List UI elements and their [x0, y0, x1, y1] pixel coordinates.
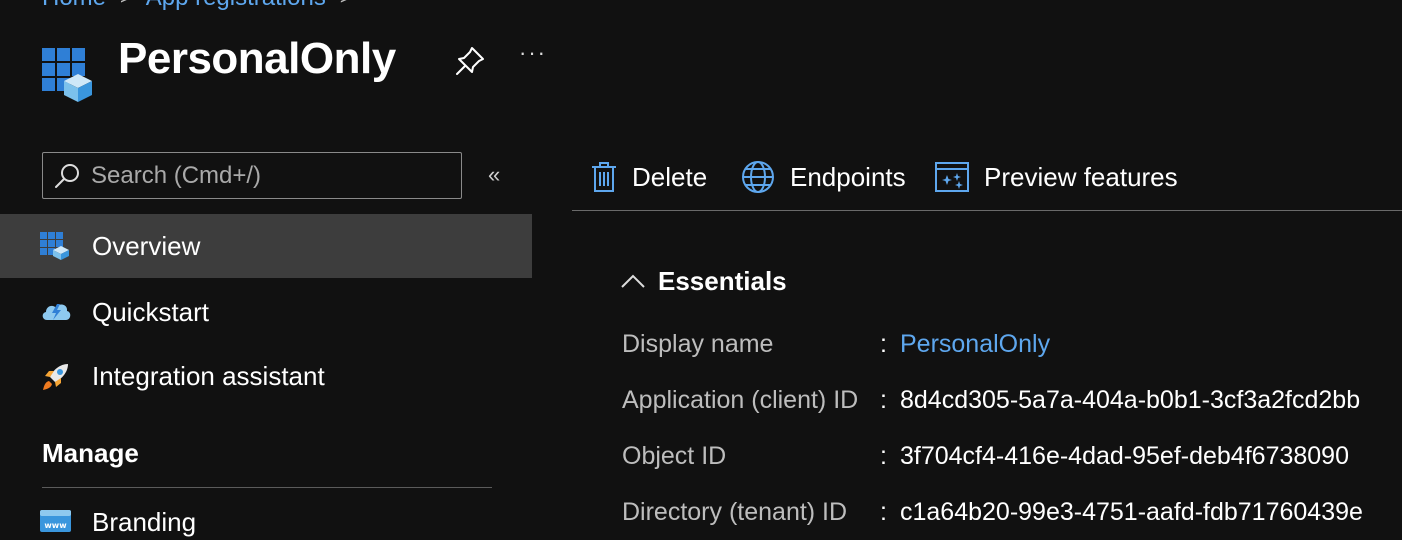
- pin-button[interactable]: [453, 44, 487, 78]
- search-input[interactable]: [91, 161, 451, 190]
- search-box: [42, 152, 462, 199]
- property-label: Directory (tenant) ID: [622, 498, 848, 526]
- section-title-manage: Manage: [42, 438, 139, 468]
- property-row-object-id: Object ID : 3f704cf4-416e-4dad-95ef-deb4…: [622, 442, 1402, 476]
- breadcrumb-home[interactable]: Home: [42, 0, 106, 12]
- chevron-up-icon: [621, 274, 645, 288]
- breadcrumb: Home > App registrations >: [42, 0, 352, 12]
- preview-features-button[interactable]: Preview features: [934, 154, 1178, 200]
- breadcrumb-chevron-icon: >: [120, 0, 132, 10]
- sidebar-item-label: Overview: [92, 230, 201, 261]
- property-label: Object ID: [622, 442, 727, 470]
- app-grid-icon: [40, 232, 72, 260]
- section-divider: [42, 487, 492, 488]
- property-label: Application (client) ID: [622, 386, 859, 414]
- preview-features-icon: [935, 162, 969, 192]
- property-row-tenant-id: Directory (tenant) ID : c1a64b20-99e3-47…: [622, 498, 1402, 532]
- breadcrumb-chevron-icon: >: [340, 0, 352, 10]
- page-header: PersonalOnly ···: [0, 30, 1402, 110]
- property-separator: :: [880, 330, 887, 358]
- pin-icon: [456, 47, 484, 75]
- sidebar-item-label: Quickstart: [92, 296, 210, 327]
- cloud-lightning-icon: [40, 298, 72, 326]
- collapse-sidebar-button[interactable]: «: [488, 162, 514, 188]
- tenant-id-value: c1a64b20-99e3-4751-aafd-fdb71760439e: [900, 498, 1363, 526]
- sidebar-item-quickstart[interactable]: Quickstart: [0, 280, 532, 344]
- search-icon: [55, 163, 79, 188]
- preview-features-label: Preview features: [984, 161, 1178, 192]
- command-bar-divider: [572, 210, 1402, 211]
- svg-text:www: www: [44, 521, 67, 530]
- sidebar-item-label: Branding: [92, 506, 197, 537]
- breadcrumb-app-registrations[interactable]: App registrations: [146, 0, 326, 12]
- application-id-value: 8d4cd305-5a7a-404a-b0b1-3cf3a2fcd2bb: [900, 386, 1361, 414]
- delete-label: Delete: [632, 161, 708, 192]
- object-id-value: 3f704cf4-416e-4dad-95ef-deb4f6738090: [900, 442, 1349, 470]
- endpoints-label: Endpoints: [790, 161, 906, 192]
- page-title: PersonalOnly: [118, 34, 396, 83]
- property-separator: :: [880, 498, 887, 526]
- www-browser-icon: www: [40, 508, 72, 536]
- essentials-title: Essentials: [658, 265, 787, 296]
- property-label: Display name: [622, 330, 774, 358]
- display-name-link[interactable]: PersonalOnly: [900, 330, 1050, 359]
- property-separator: :: [880, 442, 887, 470]
- sidebar-item-overview[interactable]: Overview: [0, 214, 532, 278]
- rocket-icon: [40, 362, 72, 390]
- endpoints-button[interactable]: Endpoints: [740, 154, 906, 200]
- globe-icon: [742, 161, 774, 193]
- delete-button[interactable]: Delete: [590, 154, 707, 200]
- sidebar-item-branding[interactable]: www Branding: [0, 490, 532, 540]
- property-row-application-id: Application (client) ID : 8d4cd305-5a7a-…: [622, 386, 1402, 420]
- property-separator: :: [880, 386, 887, 414]
- trash-icon: [592, 162, 616, 192]
- more-options-button[interactable]: ···: [519, 40, 553, 74]
- essentials-toggle[interactable]: Essentials: [620, 264, 787, 298]
- property-row-display-name: Display name : PersonalOnly: [622, 330, 1402, 364]
- sidebar-item-integration-assistant[interactable]: Integration assistant: [0, 344, 532, 408]
- sidebar-item-label: Integration assistant: [92, 360, 325, 391]
- app-registration-icon: [42, 48, 94, 102]
